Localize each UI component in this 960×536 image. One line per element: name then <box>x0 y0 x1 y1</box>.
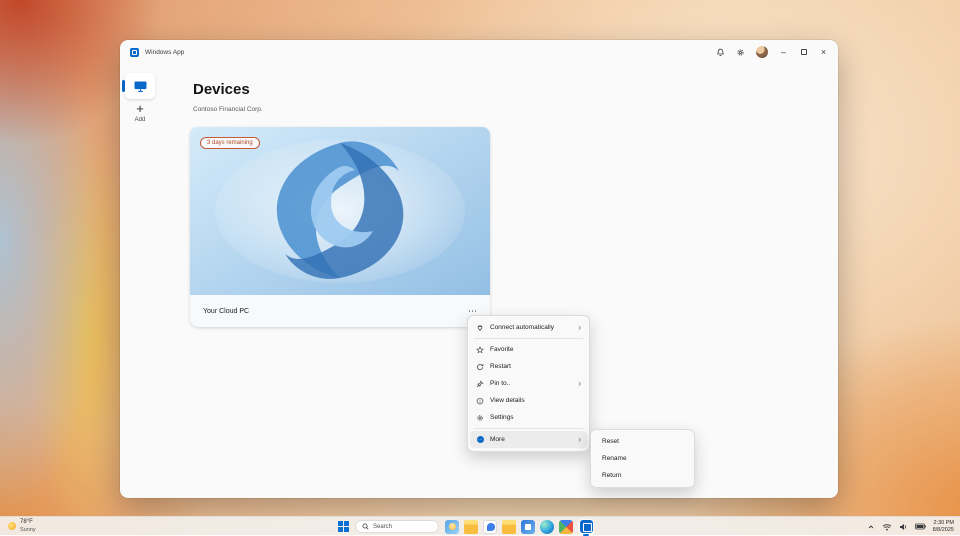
submenu-item-return[interactable]: Return <box>593 467 692 484</box>
card-footer: Your Cloud PC ⋯ <box>190 295 490 327</box>
clock-time: 2:30 PM <box>934 520 954 527</box>
chevron-right-icon: › <box>578 436 581 444</box>
page-title: Devices <box>193 82 250 99</box>
submenu-item-reset[interactable]: Reset <box>593 433 692 450</box>
taskbar-clock[interactable]: 2:30 PM 8/8/2025 <box>933 520 954 534</box>
wifi-icon[interactable] <box>882 523 892 531</box>
photos-icon[interactable] <box>559 520 573 534</box>
search-icon <box>362 523 369 530</box>
trial-remaining-badge: 3 days remaining <box>200 137 260 149</box>
menu-item-label: More <box>490 436 572 443</box>
window-title: Windows App <box>145 49 184 56</box>
tray-chevron-up-icon[interactable] <box>867 523 875 531</box>
star-icon <box>476 346 484 354</box>
windows-app-logo-icon <box>130 48 139 57</box>
menu-separator <box>474 428 583 429</box>
windows-app-taskbar-active[interactable] <box>578 519 594 535</box>
more-submenu: Reset Rename Return <box>590 429 695 488</box>
submenu-item-label: Return <box>602 472 622 479</box>
folder-icon[interactable] <box>502 520 516 534</box>
start-button[interactable] <box>338 521 349 532</box>
submenu-item-label: Rename <box>602 455 627 462</box>
page-subtitle: Contoso Financial Corp. <box>193 106 263 113</box>
maximize-icon <box>801 49 807 55</box>
plus-icon: + <box>120 102 160 116</box>
desktop-wallpaper: Windows App – × + <box>0 0 960 535</box>
widgets-icon[interactable] <box>445 520 459 534</box>
menu-item-label: Restart <box>490 363 581 370</box>
taskbar: 78°F Sunny Search <box>0 516 960 535</box>
menu-item-pin-to[interactable]: Pin to.. › <box>470 375 587 392</box>
minimize-button[interactable]: – <box>779 47 788 58</box>
menu-separator <box>474 338 583 339</box>
monitor-icon <box>133 80 148 93</box>
submenu-item-label: Reset <box>602 438 619 445</box>
card-context-menu: Connect automatically › Favorite Restart… <box>467 315 590 452</box>
restart-icon <box>476 363 484 371</box>
cloud-pc-thumbnail <box>190 127 490 295</box>
weather-condition: Sunny <box>20 527 36 534</box>
menu-item-label: Favorite <box>490 346 581 353</box>
sidebar-add-device-button[interactable]: + Add <box>120 102 160 123</box>
menu-item-view-details[interactable]: View details <box>470 392 587 409</box>
close-button[interactable]: × <box>819 47 828 58</box>
battery-icon[interactable] <box>915 523 926 530</box>
submenu-item-rename[interactable]: Rename <box>593 450 692 467</box>
user-avatar[interactable] <box>756 46 768 58</box>
add-label: Add <box>120 117 160 123</box>
search-label: Search <box>373 524 392 530</box>
file-explorer-icon[interactable] <box>464 520 478 534</box>
menu-item-label: Connect automatically <box>490 324 572 331</box>
taskbar-weather-widget[interactable]: 78°F Sunny <box>8 519 36 533</box>
menu-item-label: View details <box>490 397 581 404</box>
menu-item-restart[interactable]: Restart <box>470 358 587 375</box>
menu-item-settings[interactable]: Settings <box>470 409 587 426</box>
menu-item-connect-automatically[interactable]: Connect automatically › <box>470 319 587 336</box>
maximize-button[interactable] <box>799 47 808 58</box>
menu-item-label: Pin to.. <box>490 380 572 387</box>
titlebar[interactable]: Windows App – × <box>120 40 838 64</box>
gear-icon <box>476 414 484 422</box>
pin-icon <box>476 380 484 388</box>
microsoft-store-icon[interactable] <box>521 520 535 534</box>
notifications-bell-icon[interactable] <box>716 47 725 58</box>
teams-chat-icon[interactable] <box>483 520 497 534</box>
edge-browser-icon[interactable] <box>540 520 554 534</box>
more-circle-icon: ⋯ <box>476 436 484 444</box>
taskbar-search[interactable]: Search <box>355 520 439 533</box>
menu-item-favorite[interactable]: Favorite <box>470 341 587 358</box>
cloud-pc-card[interactable]: 3 days remaining Your Cloud PC ⋯ <box>190 127 490 327</box>
sun-icon <box>8 522 16 530</box>
cloud-pc-name: Your Cloud PC <box>203 308 249 315</box>
menu-item-more[interactable]: ⋯ More › <box>470 431 587 448</box>
sidebar-item-devices[interactable] <box>125 73 155 99</box>
plug-icon <box>476 324 484 332</box>
chevron-right-icon: › <box>578 380 581 388</box>
menu-item-label: Settings <box>490 414 581 421</box>
volume-icon[interactable] <box>899 523 908 531</box>
chevron-right-icon: › <box>578 324 581 332</box>
windows-app-icon <box>580 520 593 533</box>
weather-temperature: 78°F <box>20 519 36 527</box>
clock-date: 8/8/2025 <box>933 527 954 534</box>
info-icon <box>476 397 484 405</box>
settings-gear-icon[interactable] <box>736 47 745 58</box>
